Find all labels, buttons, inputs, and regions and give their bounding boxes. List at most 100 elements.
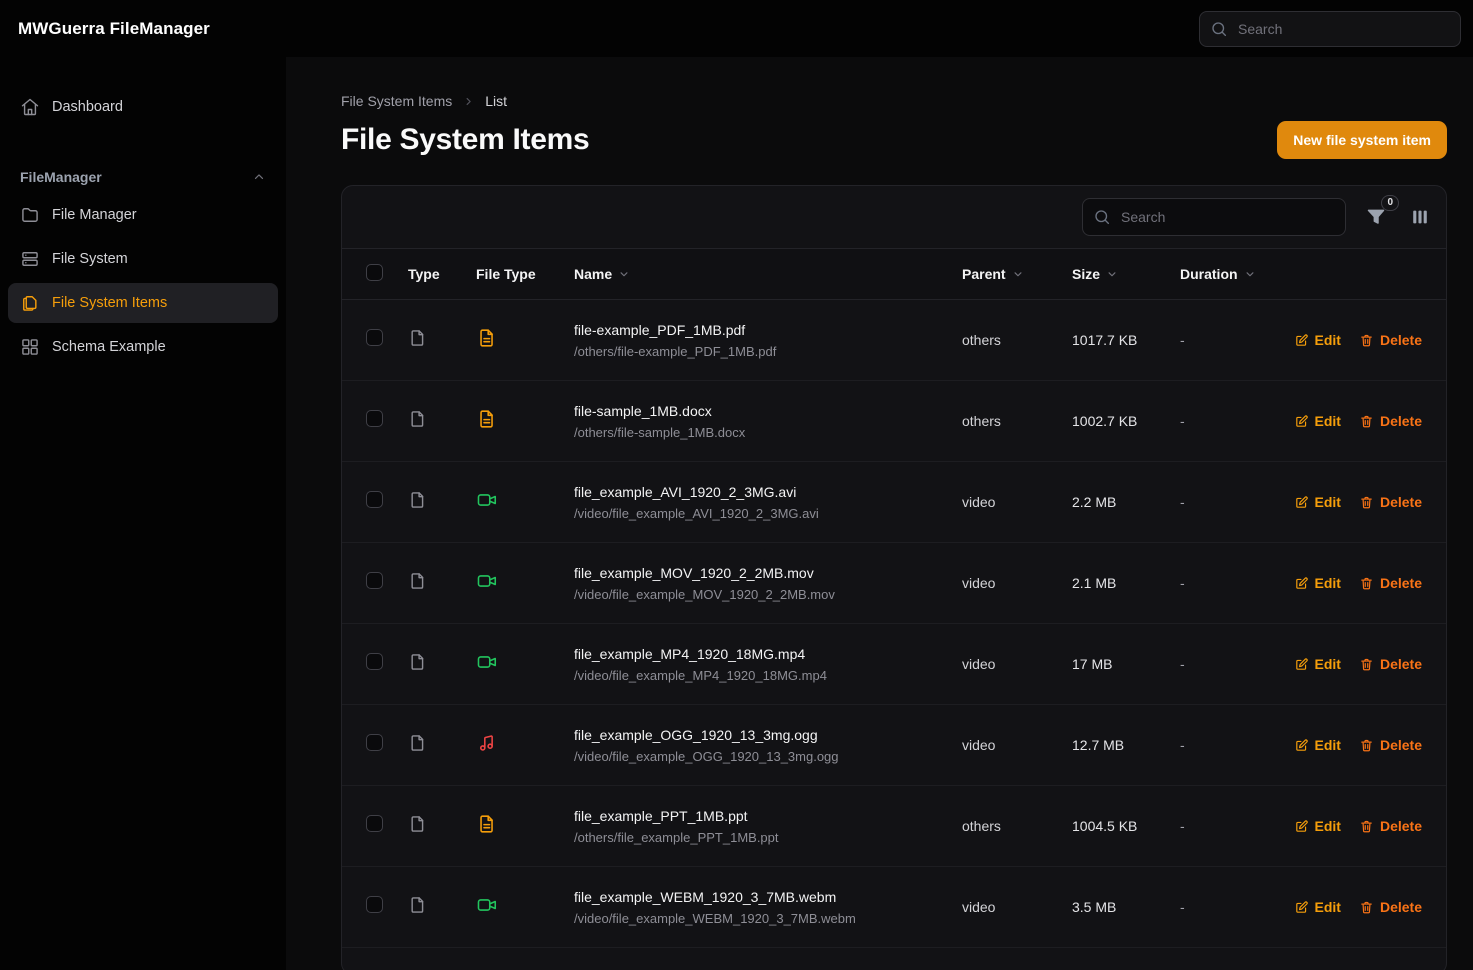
parent-value: video <box>950 656 1060 672</box>
size-value: 1004.5 KB <box>1060 818 1168 834</box>
file-name[interactable]: file_example_PPT_1MB.ppt <box>574 808 950 824</box>
toggle-columns-button[interactable] <box>1406 203 1434 231</box>
column-header-name[interactable]: Name <box>562 266 950 282</box>
file-name[interactable]: file_example_MP4_1920_18MG.mp4 <box>574 646 950 662</box>
file-name[interactable]: file_example_MOV_1920_2_2MB.mov <box>574 565 950 581</box>
table-row[interactable]: file_example_OGG_1920_13_3mg.ogg /video/… <box>342 705 1446 786</box>
select-all-checkbox[interactable] <box>366 264 383 281</box>
edit-label: Edit <box>1315 413 1341 429</box>
filter-count-badge: 0 <box>1381 195 1399 211</box>
size-value: 2.1 MB <box>1060 575 1168 591</box>
filter-button[interactable]: 0 <box>1362 203 1390 231</box>
sidebar-item-dashboard[interactable]: Dashboard <box>8 87 278 127</box>
edit-label: Edit <box>1315 494 1341 510</box>
sidebar-item-label: File System Items <box>52 295 167 311</box>
table-row[interactable]: file-sample_1MB.docx /others/file-sample… <box>342 381 1446 462</box>
table-row[interactable]: file_example_MP4_1920_18MG.mp4 /video/fi… <box>342 624 1446 705</box>
edit-button[interactable]: Edit <box>1294 656 1341 672</box>
file-path: /video/file_example_WEBM_1920_3_7MB.webm <box>574 911 950 926</box>
table-row[interactable]: file_example_MOV_1920_2_2MB.mov /video/f… <box>342 543 1446 624</box>
row-checkbox[interactable] <box>366 815 383 832</box>
edit-label: Edit <box>1315 332 1341 348</box>
delete-label: Delete <box>1380 413 1422 429</box>
app-window: MWGuerra FileManager Dashboard FileManag… <box>0 0 1473 970</box>
file-icon <box>408 490 428 510</box>
edit-button[interactable]: Edit <box>1294 737 1341 753</box>
table-row[interactable]: file_example_AVI_1920_2_3MG.avi /video/f… <box>342 462 1446 543</box>
parent-value: others <box>950 332 1060 348</box>
edit-button[interactable]: Edit <box>1294 899 1341 915</box>
sidebar-item-schema-example[interactable]: Schema Example <box>8 327 278 367</box>
duration-value: - <box>1168 332 1278 348</box>
file-path: /video/file_example_MOV_1920_2_2MB.mov <box>574 587 950 602</box>
duration-value: - <box>1168 656 1278 672</box>
row-checkbox[interactable] <box>366 734 383 751</box>
file-path: /others/file_example_PPT_1MB.ppt <box>574 830 950 845</box>
columns-icon <box>1409 206 1431 228</box>
column-header-type: Type <box>398 266 462 282</box>
trash-icon <box>1359 333 1374 348</box>
edit-button[interactable]: Edit <box>1294 332 1341 348</box>
file-name[interactable]: file_example_OGG_1920_13_3mg.ogg <box>574 727 950 743</box>
new-file-system-item-button[interactable]: New file system item <box>1277 121 1447 159</box>
delete-button[interactable]: Delete <box>1359 413 1422 429</box>
table-body: file-example_PDF_1MB.pdf /others/file-ex… <box>342 300 1446 948</box>
row-checkbox[interactable] <box>366 410 383 427</box>
file-name[interactable]: file_example_WEBM_1920_3_7MB.webm <box>574 889 950 905</box>
delete-button[interactable]: Delete <box>1359 494 1422 510</box>
column-header-size[interactable]: Size <box>1060 266 1168 282</box>
file-name[interactable]: file_example_AVI_1920_2_3MG.avi <box>574 484 950 500</box>
table-row[interactable]: file_example_PPT_1MB.ppt /others/file_ex… <box>342 786 1446 867</box>
global-search-input[interactable] <box>1199 11 1461 47</box>
file-path: /others/file-example_PDF_1MB.pdf <box>574 344 950 359</box>
delete-button[interactable]: Delete <box>1359 656 1422 672</box>
edit-button[interactable]: Edit <box>1294 494 1341 510</box>
video-camera-icon <box>476 651 498 673</box>
sidebar-item-label: Dashboard <box>52 99 123 115</box>
file-icon <box>408 328 428 348</box>
delete-button[interactable]: Delete <box>1359 332 1422 348</box>
trash-icon <box>1359 414 1374 429</box>
sidebar-item-label: Schema Example <box>52 339 166 355</box>
delete-button[interactable]: Delete <box>1359 899 1422 915</box>
sidebar: Dashboard FileManager File Manager File … <box>0 57 286 970</box>
sidebar-group-filemanager[interactable]: FileManager <box>8 169 278 185</box>
delete-button[interactable]: Delete <box>1359 575 1422 591</box>
column-header-duration[interactable]: Duration <box>1168 266 1278 282</box>
file-path: /video/file_example_OGG_1920_13_3mg.ogg <box>574 749 950 764</box>
delete-label: Delete <box>1380 656 1422 672</box>
column-header-parent[interactable]: Parent <box>950 266 1060 282</box>
delete-button[interactable]: Delete <box>1359 737 1422 753</box>
sidebar-item-file-system[interactable]: File System <box>8 239 278 279</box>
file-icon <box>408 652 428 672</box>
row-checkbox[interactable] <box>366 329 383 346</box>
parent-value: video <box>950 494 1060 510</box>
page-header: File System Items New file system item <box>341 121 1447 159</box>
edit-button[interactable]: Edit <box>1294 575 1341 591</box>
edit-label: Edit <box>1315 818 1341 834</box>
row-checkbox[interactable] <box>366 572 383 589</box>
edit-button[interactable]: Edit <box>1294 818 1341 834</box>
sidebar-item-file-manager[interactable]: File Manager <box>8 195 278 235</box>
breadcrumb-parent[interactable]: File System Items <box>341 93 452 109</box>
edit-button[interactable]: Edit <box>1294 413 1341 429</box>
table-search-input[interactable] <box>1082 198 1346 236</box>
parent-value: video <box>950 899 1060 915</box>
sidebar-item-file-system-items[interactable]: File System Items <box>8 283 278 323</box>
trash-icon <box>1359 576 1374 591</box>
size-value: 1017.7 KB <box>1060 332 1168 348</box>
chevron-down-icon <box>1243 267 1257 281</box>
row-checkbox[interactable] <box>366 653 383 670</box>
file-icon <box>408 895 428 915</box>
parent-value: video <box>950 737 1060 753</box>
file-name[interactable]: file-sample_1MB.docx <box>574 403 950 419</box>
row-checkbox[interactable] <box>366 896 383 913</box>
delete-button[interactable]: Delete <box>1359 818 1422 834</box>
table-row[interactable]: file_example_WEBM_1920_3_7MB.webm /video… <box>342 867 1446 948</box>
document-icon <box>476 327 498 349</box>
trash-icon <box>1359 738 1374 753</box>
row-checkbox[interactable] <box>366 491 383 508</box>
file-name[interactable]: file-example_PDF_1MB.pdf <box>574 322 950 338</box>
table-card: 0 Type File Type Name <box>341 185 1447 970</box>
table-row[interactable]: file-example_PDF_1MB.pdf /others/file-ex… <box>342 300 1446 381</box>
